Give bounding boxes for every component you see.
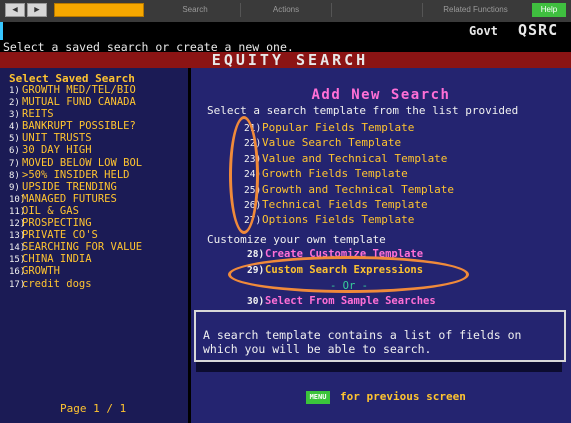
template-item-value[interactable]: 22)Value Search Template xyxy=(244,135,454,150)
item-label: BANKRUPT POSSIBLE? xyxy=(22,120,136,133)
template-item-value-technical[interactable]: 23)Value and Technical Template xyxy=(244,151,454,166)
saved-search-item[interactable]: 3) REITS xyxy=(9,108,142,120)
item-number: 6) xyxy=(9,146,20,157)
template-label: Technical Fields Template xyxy=(262,197,428,211)
template-item-options[interactable]: 27)Options Fields Template xyxy=(244,212,454,227)
template-list: 21)Popular Fields Template 22)Value Sear… xyxy=(244,120,454,228)
saved-search-item[interactable]: 9) UPSIDE TRENDING xyxy=(9,181,142,193)
template-label: Options Fields Template xyxy=(262,213,415,227)
option-number: 30) xyxy=(247,296,265,307)
saved-search-item[interactable]: 4) BANKRUPT POSSIBLE? xyxy=(9,120,142,132)
saved-search-item[interactable]: 11)OIL & GAS xyxy=(9,205,142,217)
item-label: 30 DAY HIGH xyxy=(22,144,92,157)
command-input[interactable] xyxy=(54,3,144,17)
sample-searches-option[interactable]: 30)Select From Sample Searches xyxy=(247,295,436,307)
item-label: PROSPECTING xyxy=(22,217,92,230)
help-button[interactable]: Help xyxy=(532,3,566,17)
item-label: GROWTH MED/TEL/BIO xyxy=(22,84,136,96)
saved-search-list: 1) GROWTH MED/TEL/BIO 2) MUTUAL FUND CANAD… xyxy=(9,84,142,290)
template-instruction: Select a search template from the list p… xyxy=(207,104,519,117)
market-sector: Govt xyxy=(469,24,498,38)
saved-search-item[interactable]: 14)SEARCHING FOR VALUE xyxy=(9,241,142,253)
annotation-oval-custom-search xyxy=(228,256,469,293)
saved-search-item[interactable]: 2) MUTUAL FUND CANADA xyxy=(9,96,142,108)
item-number: 17) xyxy=(9,279,26,290)
item-label: SEARCHING FOR VALUE xyxy=(22,241,143,254)
menu-unlabeled[interactable] xyxy=(332,3,422,17)
saved-search-item[interactable]: 7) MOVED BELOW LOW BOL xyxy=(9,157,142,169)
item-label: PRIVATE CO'S xyxy=(22,229,98,242)
saved-search-item[interactable]: 1) GROWTH MED/TEL/BIO xyxy=(9,84,142,96)
item-label: REITS xyxy=(22,108,54,121)
template-label: Value Search Template xyxy=(262,136,402,150)
menu-related-functions[interactable]: Related Functions xyxy=(423,3,528,17)
saved-search-item[interactable]: 17)credit dogs xyxy=(9,278,142,290)
saved-search-item[interactable]: 15)CHINA INDIA xyxy=(9,253,142,265)
page-indicator: Page 1 / 1 xyxy=(60,402,127,415)
function-code: QSRC xyxy=(518,21,559,39)
cursor-strip xyxy=(0,22,3,40)
saved-search-item[interactable]: 5) UNIT TRUSTS xyxy=(9,132,142,144)
item-label: MANAGED FUTURES xyxy=(22,192,117,205)
item-number: 7) xyxy=(9,158,20,169)
menu-hint: for previous screen xyxy=(340,390,466,403)
saved-search-item[interactable]: 13)PRIVATE CO'S xyxy=(9,229,142,241)
template-item-growth[interactable]: 24)Growth Fields Template xyxy=(244,166,454,181)
add-new-search-title: Add New Search xyxy=(311,87,451,103)
saved-search-item[interactable]: 10)MANAGED FUTURES xyxy=(9,193,142,205)
item-label: UPSIDE TRENDING xyxy=(22,180,117,193)
menu-actions[interactable]: Actions xyxy=(241,3,331,17)
saved-search-item[interactable]: 16)GROWTH xyxy=(9,265,142,277)
annotation-oval-template-numbers xyxy=(229,116,259,234)
info-text: A search template contains a list of fie… xyxy=(203,328,522,356)
item-number: 16) xyxy=(9,267,26,278)
menu-key-button[interactable]: MENU xyxy=(306,391,330,404)
saved-search-item[interactable]: 12)PROSPECTING xyxy=(9,217,142,229)
item-label: MUTUAL FUND CANADA xyxy=(22,96,136,109)
saved-search-item[interactable]: 6) 30 DAY HIGH xyxy=(9,144,142,156)
template-item-technical[interactable]: 26)Technical Fields Template xyxy=(244,197,454,212)
customize-heading: Customize your own template xyxy=(207,233,386,246)
arrow-right-icon: ▶ xyxy=(34,5,40,15)
option-number: 28) xyxy=(247,249,265,260)
item-number: 8) xyxy=(9,170,20,181)
item-label: >50% INSIDER HELD xyxy=(22,168,130,181)
item-label: credit dogs xyxy=(22,277,92,290)
template-item-growth-technical[interactable]: 25)Growth and Technical Template xyxy=(244,182,454,197)
item-label: UNIT TRUSTS xyxy=(22,132,92,145)
template-label: Value and Technical Template xyxy=(262,151,448,165)
item-label: GROWTH xyxy=(22,265,60,278)
forward-button[interactable]: ▶ xyxy=(27,3,47,17)
item-label: OIL & GAS xyxy=(22,204,79,217)
item-label: MOVED BELOW LOW BOL xyxy=(22,156,143,169)
template-item-popular[interactable]: 21)Popular Fields Template xyxy=(244,120,454,135)
arrow-left-icon: ◀ xyxy=(12,5,18,15)
saved-search-item[interactable]: 8) >50% INSIDER HELD xyxy=(9,169,142,181)
back-button[interactable]: ◀ xyxy=(5,3,25,17)
page-title: EQUITY SEARCH xyxy=(211,51,369,69)
item-number: 9) xyxy=(9,182,20,193)
menu-search[interactable]: Search xyxy=(150,3,240,17)
option-label: Select From Sample Searches xyxy=(265,295,436,307)
template-label: Growth Fields Template xyxy=(262,167,408,181)
item-label: CHINA INDIA xyxy=(22,253,92,266)
template-label: Growth and Technical Template xyxy=(262,182,455,196)
info-box-shadow xyxy=(196,362,562,372)
template-label: Popular Fields Template xyxy=(262,121,415,134)
